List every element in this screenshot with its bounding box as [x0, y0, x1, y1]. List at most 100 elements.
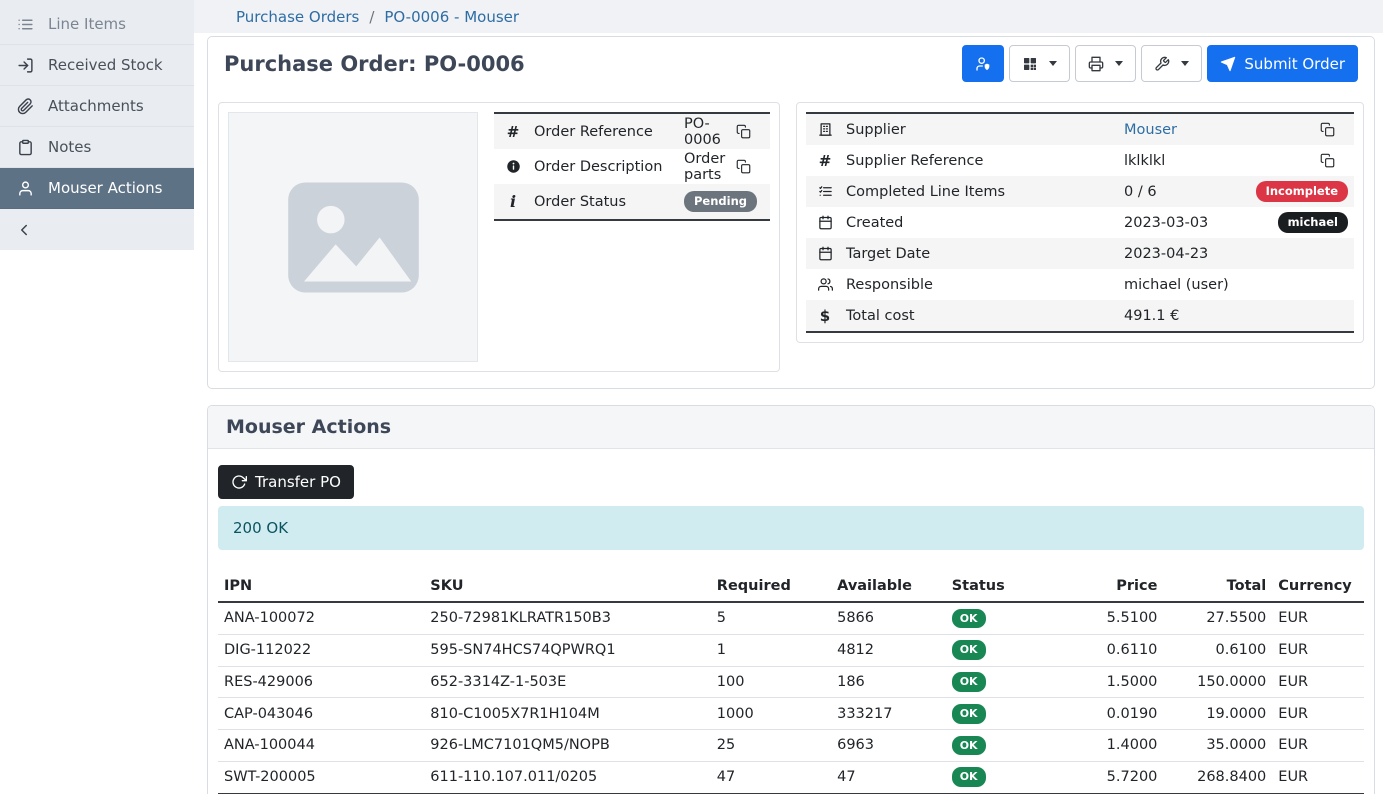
cell-price: 0.6110 [1060, 634, 1163, 666]
column-header-price: Price [1060, 571, 1163, 602]
detail-value: PO-0006 [684, 116, 721, 148]
app-window: Line ItemsReceived StockAttachmentsNotes… [0, 0, 1383, 794]
detail-row-order-description: Order DescriptionOrder parts [494, 149, 770, 184]
caret-down-icon [1181, 61, 1189, 66]
hash-icon: # [500, 123, 526, 141]
refresh-icon [231, 474, 247, 490]
cell-currency: EUR [1272, 634, 1364, 666]
cell-ipn: RES-429006 [218, 666, 424, 698]
cell-available: 4812 [831, 634, 946, 666]
user-icon [15, 180, 35, 197]
sidebar-item-label: Mouser Actions [48, 179, 162, 197]
sidebar-item-notes[interactable]: Notes [0, 127, 194, 168]
copy-button[interactable] [1314, 122, 1340, 137]
detail-label: Target Date [846, 246, 1124, 262]
cell-ipn: SWT-200005 [218, 761, 424, 793]
cell-status: OK [946, 634, 1061, 666]
detail-row-created: Created2023-03-03michael [806, 207, 1354, 238]
cell-total: 268.8400 [1163, 761, 1272, 793]
sidebar: Line ItemsReceived StockAttachmentsNotes… [0, 0, 194, 794]
detail-label: Total cost [846, 308, 1124, 324]
barcode-actions-button[interactable] [1009, 45, 1070, 82]
order-actions-button[interactable] [1141, 45, 1202, 82]
cell-available: 186 [831, 666, 946, 698]
order-image-placeholder[interactable] [228, 112, 478, 362]
order-details-section: #Order ReferencePO-0006Order Description… [208, 90, 1374, 388]
supplier-details-table: SupplierMouser#Supplier Referencelklklkl… [806, 112, 1354, 333]
copy-button[interactable] [730, 124, 756, 139]
cell-status: OK [946, 730, 1061, 762]
cell-required: 1000 [711, 698, 831, 730]
column-header-status: Status [946, 571, 1061, 602]
detail-row-supplier-reference: #Supplier Referencelklklkl [806, 145, 1354, 176]
detail-label: Supplier Reference [846, 153, 1124, 169]
detail-row-order-status: iOrder StatusPending [494, 184, 770, 219]
cell-required: 5 [711, 602, 831, 634]
submit-order-label: Submit Order [1244, 55, 1345, 73]
building-icon [812, 122, 838, 137]
breadcrumb-link-purchase-orders[interactable]: Purchase Orders [236, 8, 359, 26]
cell-total: 150.0000 [1163, 666, 1272, 698]
breadcrumb-separator: / [369, 8, 374, 26]
mouser-actions-panel: Mouser Actions Transfer PO 200 OK IPNSK [207, 405, 1375, 794]
table-body: ANA-100072250-72981KLRATR150B355866OK5.5… [218, 602, 1364, 794]
clipboard-icon [15, 139, 35, 156]
panel-title: Mouser Actions [208, 406, 1374, 449]
sidebar-item-received-stock[interactable]: Received Stock [0, 45, 194, 86]
detail-row-target-date: Target Date2023-04-23 [806, 238, 1354, 269]
detail-value: 0 / 6 [1124, 184, 1157, 200]
table-row: CAP-043046810-C1005X7R1H104M1000333217OK… [218, 698, 1364, 730]
calendar-icon [812, 215, 838, 230]
ok-badge: OK [952, 609, 986, 629]
sidebar-collapse-button[interactable] [0, 209, 194, 250]
column-header-ipn: IPN [218, 571, 424, 602]
table-header-row: IPNSKURequiredAvailableStatusPriceTotalC… [218, 571, 1364, 602]
status-badge: Pending [684, 191, 757, 211]
detail-row-supplier: SupplierMouser [806, 114, 1354, 145]
print-actions-button[interactable] [1075, 45, 1136, 82]
panel-body: Transfer PO 200 OK IPNSKURequiredAvailab… [208, 449, 1374, 794]
cell-currency: EUR [1272, 698, 1364, 730]
submit-order-button[interactable]: Submit Order [1207, 45, 1358, 82]
sidebar-item-mouser-actions[interactable]: Mouser Actions [0, 168, 194, 209]
detail-value: 2023-03-03 [1124, 215, 1208, 231]
status-alert: 200 OK [218, 506, 1364, 550]
assign-user-button[interactable] [962, 45, 1004, 82]
ok-badge: OK [952, 736, 986, 756]
breadcrumb-link-current[interactable]: PO-0006 - Mouser [384, 8, 519, 26]
status-badge: Incomplete [1256, 181, 1348, 201]
caret-down-icon [1049, 61, 1057, 66]
image-icon [271, 155, 436, 320]
cell-available: 5866 [831, 602, 946, 634]
cell-price: 5.5100 [1060, 602, 1163, 634]
cell-total: 27.5500 [1163, 602, 1272, 634]
cell-required: 100 [711, 666, 831, 698]
page-content: Purchase Order: PO-0006 [194, 33, 1383, 794]
table-row: ANA-100072250-72981KLRATR150B355866OK5.5… [218, 602, 1364, 634]
info-letter-icon: i [500, 192, 526, 211]
header-actions: Submit Order [962, 45, 1358, 82]
cell-price: 1.4000 [1060, 730, 1163, 762]
detail-label: Supplier [846, 122, 1124, 138]
cell-price: 5.7200 [1060, 761, 1163, 793]
detail-value: michael (user) [1124, 277, 1229, 293]
send-icon [1220, 56, 1236, 72]
column-header-currency: Currency [1272, 571, 1364, 602]
line-items-table: IPNSKURequiredAvailableStatusPriceTotalC… [218, 571, 1364, 794]
cell-sku: 611-110.107.011/0205 [424, 761, 711, 793]
detail-row-responsible: Responsiblemichael (user) [806, 269, 1354, 300]
chevron-left-icon [15, 221, 33, 239]
copy-button[interactable] [730, 159, 756, 174]
table-row: ANA-100044926-LMC7101QM5/NOPB256963OK1.4… [218, 730, 1364, 762]
status-badge: michael [1278, 212, 1348, 232]
cell-currency: EUR [1272, 602, 1364, 634]
transfer-po-button[interactable]: Transfer PO [218, 465, 354, 499]
detail-value-link[interactable]: Mouser [1124, 122, 1177, 138]
copy-button[interactable] [1314, 153, 1340, 168]
sidebar-item-line-items[interactable]: Line Items [0, 4, 194, 45]
cell-ipn: CAP-043046 [218, 698, 424, 730]
transfer-po-label: Transfer PO [255, 473, 341, 491]
cell-total: 0.6100 [1163, 634, 1272, 666]
detail-row-completed-line-items: Completed Line Items0 / 6Incomplete [806, 176, 1354, 207]
sidebar-item-attachments[interactable]: Attachments [0, 86, 194, 127]
